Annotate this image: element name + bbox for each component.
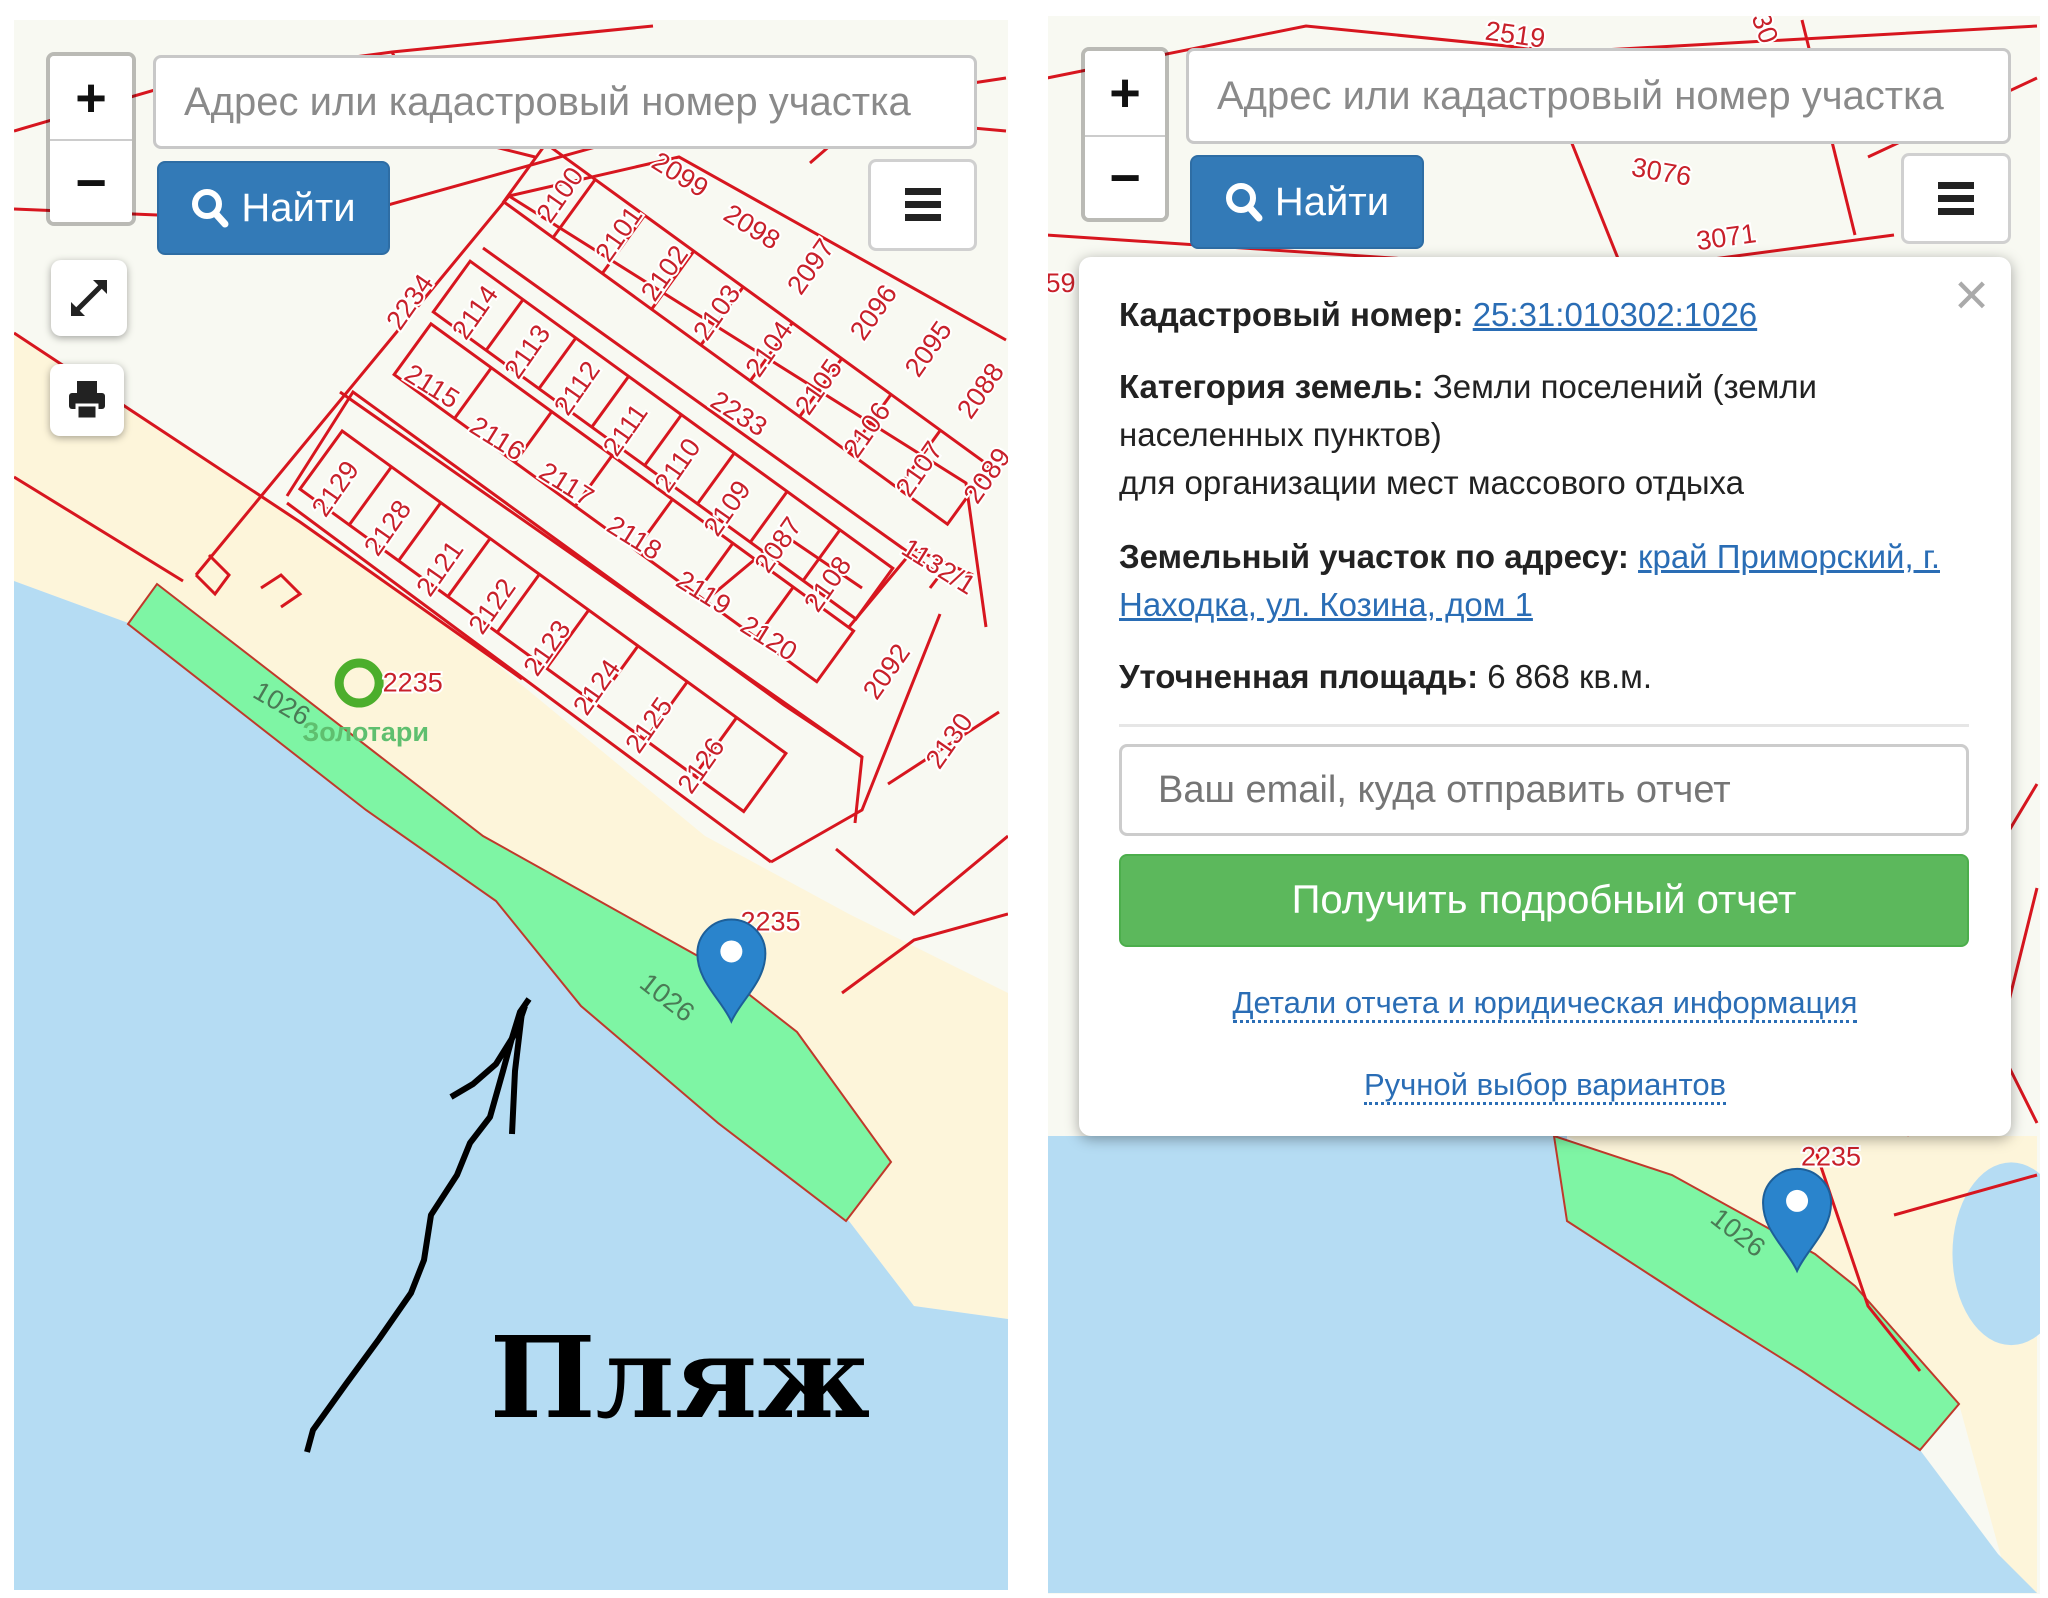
manual-selection-link[interactable]: Ручной выбор вариантов <box>1363 1067 1727 1105</box>
category-row: Категория земель: Земли поселений (земли… <box>1119 363 1879 507</box>
address-label: Земельный участок по адресу: <box>1119 538 1629 575</box>
zoom-control: + − <box>46 52 136 226</box>
category-label: Категория земель: <box>1119 368 1424 405</box>
menu-button[interactable] <box>1901 153 2011 244</box>
poi-parcel-label: 2235 <box>383 667 443 697</box>
report-details-link[interactable]: Детали отчета и юридическая информация <box>1232 985 1858 1023</box>
manual-link-row: Ручной выбор вариантов <box>1079 1067 2011 1105</box>
marker-dot <box>720 940 743 963</box>
beach-annotation: Пляж <box>490 1313 871 1444</box>
permitted-use: для организации мест массового отдыха <box>1119 464 1745 501</box>
parcel-info-popup: × Кадастровый номер: 25:31:010302:1026 К… <box>1079 257 2011 1136</box>
zoom-in-button[interactable]: + <box>50 56 132 139</box>
cadastral-row: Кадастровый номер: 25:31:010302:1026 <box>1119 291 1979 339</box>
print-button[interactable] <box>50 364 124 436</box>
area-value: 6 868 кв.м. <box>1487 658 1653 695</box>
search-button[interactable]: Найти <box>157 161 390 255</box>
get-report-button[interactable]: Получить подробный отчет <box>1119 854 1969 947</box>
menu-icon <box>1938 181 1974 215</box>
area-label: Уточненная площадь: <box>1119 658 1479 695</box>
expand-icon <box>71 280 107 316</box>
search-button-label: Найти <box>241 185 356 230</box>
divider <box>1119 724 1969 727</box>
fullscreen-button[interactable] <box>51 260 127 336</box>
search-button-label: Найти <box>1274 179 1390 224</box>
zoom-out-button[interactable]: − <box>1085 134 1165 218</box>
print-icon <box>69 381 105 419</box>
parcel-label: 59 <box>1045 268 1075 298</box>
left-map[interactable]: 2100 20992101 20982102 20972103 20962234 2114… <box>14 20 1017 1593</box>
marker-dot <box>1786 1189 1809 1212</box>
search-button[interactable]: Найти <box>1190 155 1424 249</box>
email-input[interactable] <box>1119 744 1969 836</box>
zoom-in-button[interactable]: + <box>1085 51 1165 135</box>
search-icon <box>1225 183 1263 222</box>
area-row: Уточненная площадь: 6 868 кв.м. <box>1119 653 1979 701</box>
place-name-label: Золотари <box>302 717 429 747</box>
cadastral-number-link[interactable]: 25:31:010302:1026 <box>1473 296 1757 333</box>
details-link-row: Детали отчета и юридическая информация <box>1079 985 2011 1023</box>
cadastral-label: Кадастровый номер: <box>1119 296 1464 333</box>
menu-button[interactable] <box>868 159 977 251</box>
search-input[interactable] <box>153 55 977 149</box>
search-input[interactable] <box>1186 48 2011 144</box>
zoom-out-button[interactable]: − <box>50 139 132 222</box>
zoom-control: + − <box>1081 47 1169 222</box>
search-icon <box>192 189 229 228</box>
parcel-label: 2235 <box>1801 1142 1861 1172</box>
menu-icon <box>904 188 941 221</box>
address-row: Земельный участок по адресу: край Примор… <box>1119 533 1999 629</box>
